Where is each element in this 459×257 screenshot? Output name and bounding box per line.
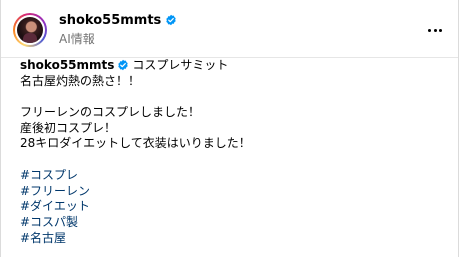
post-username[interactable]: shoko55mmts (59, 13, 177, 29)
caption-line: 産後初コスプレ！ (20, 120, 117, 135)
post-header: shoko55mmts AI情報 (1, 0, 458, 58)
verified-badge-icon (166, 14, 176, 26)
caption-line: 名古屋灼熱の熱さ！！ (20, 73, 141, 88)
ai-info-label[interactable]: AI情報 (59, 32, 95, 47)
post-caption: shoko55mmts コスプレサミット 名古屋灼熱の熱さ！！ フリーレンのコス… (20, 58, 450, 246)
caption-text: コスプレサミット (132, 58, 229, 72)
caption-line: 28キロダイエットして衣装はいりました！ (20, 136, 251, 151)
hashtag-link[interactable]: #フリーレン (20, 184, 90, 198)
post-frame: shoko55mmts AI情報 shoko55mmts コスプレサミット 名古… (0, 0, 459, 257)
avatar[interactable] (13, 13, 47, 47)
hashtag-link[interactable]: #ダイエット (20, 199, 90, 213)
more-horizontal-icon (428, 29, 431, 32)
verified-badge-icon (118, 59, 129, 71)
caption-first-line: shoko55mmts コスプレサミット (20, 58, 450, 74)
profile-photo (17, 17, 43, 43)
caption-line: フリーレンのコスプレしました！ (20, 105, 201, 120)
caption-username[interactable]: shoko55mmts (20, 58, 114, 72)
hashtag-link[interactable]: #コスプレ (20, 168, 78, 182)
hashtag-link[interactable]: #コスパ製 (20, 215, 78, 229)
more-options-button[interactable] (423, 20, 447, 40)
hashtag-link[interactable]: #名古屋 (20, 231, 66, 245)
username-text[interactable]: shoko55mmts (59, 13, 161, 28)
